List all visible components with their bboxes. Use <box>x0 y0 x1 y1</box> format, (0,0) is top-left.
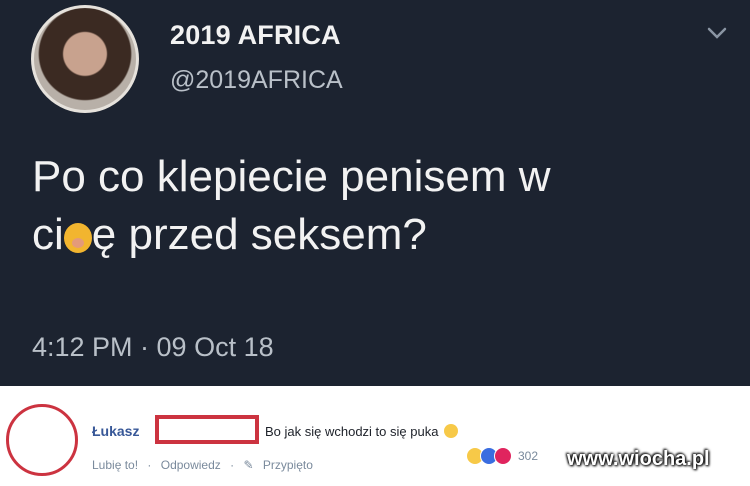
laughing-emoji-icon <box>444 424 459 438</box>
tweet-text: Po co klepiecie penisem w ci ę przed seks… <box>32 148 712 264</box>
chevron-down-icon[interactable] <box>704 20 730 46</box>
comment-author[interactable]: Łukasz <box>92 423 139 439</box>
pinned-label: Przypięto <box>262 458 313 472</box>
profile-handle[interactable]: @2019AFRICA <box>170 66 343 95</box>
reply-link[interactable]: Odpowiedz <box>161 458 221 472</box>
comment-actions: Lubię to! · Odpowiedz · ✎ Przypięto <box>92 458 319 472</box>
tweet-timestamp[interactable]: 4:12 PM · 09 Oct 18 <box>32 332 274 363</box>
reactions-summary[interactable]: 302 <box>466 446 538 466</box>
face-with-hand-over-mouth-icon <box>63 223 92 253</box>
commenter-avatar-highlight <box>6 404 78 476</box>
pin-icon: ✎ <box>243 458 254 472</box>
separator: · <box>147 458 152 472</box>
profile-avatar[interactable] <box>31 5 139 113</box>
redaction-box <box>155 415 259 444</box>
tweet-text-line2-end: ę przed seksem? <box>91 210 427 259</box>
separator: · <box>230 458 235 472</box>
watermark: www.wiocha.pl <box>567 448 710 470</box>
comment-row: Łukasz Bo jak się wchodzi to się puka Lu… <box>0 386 750 486</box>
reaction-count: 302 <box>518 449 539 463</box>
like-link[interactable]: Lubię to! <box>92 458 138 472</box>
tweet-text-line1: Po co klepiecie penisem w <box>32 152 551 201</box>
comment-text-content: Bo jak się wchodzi to się puka <box>265 424 439 439</box>
tweet-card: 2019 AFRICA @2019AFRICA Po co klepiecie … <box>0 0 750 386</box>
comment-text: Bo jak się wchodzi to się puka <box>265 424 459 439</box>
love-reaction-icon <box>494 447 512 465</box>
profile-name[interactable]: 2019 AFRICA <box>170 20 341 51</box>
tweet-text-line2-start: ci <box>32 210 64 259</box>
